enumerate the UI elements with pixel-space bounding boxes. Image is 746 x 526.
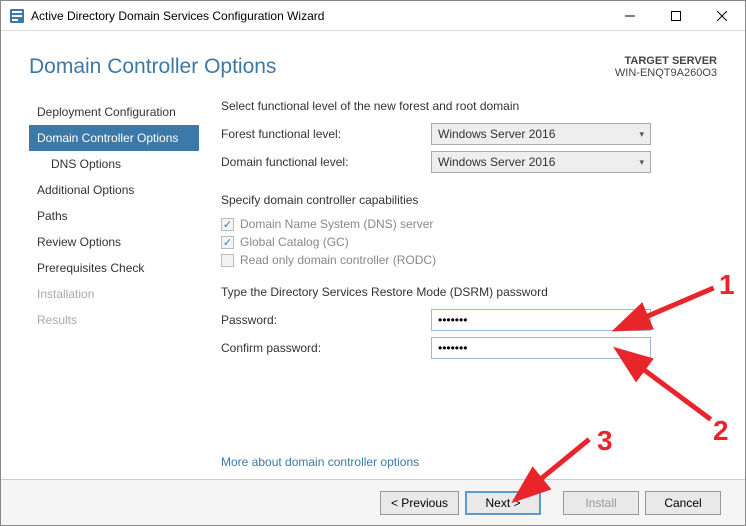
password-label: Password: [221,313,431,327]
domain-level-value: Windows Server 2016 [438,155,555,169]
maximize-button[interactable] [653,1,699,30]
rodc-checkbox-label: Read only domain controller (RODC) [240,253,436,267]
gc-checkbox-row: ✓ Global Catalog (GC) [221,235,717,249]
rodc-checkbox-row: Read only domain controller (RODC) [221,253,717,267]
next-button[interactable]: Next > [465,491,541,515]
chevron-down-icon: ▾ [639,157,644,168]
domain-label: Domain functional level: [221,155,431,169]
password-row: Password: [221,309,717,331]
install-button: Install [563,491,639,515]
forest-level-value: Windows Server 2016 [438,127,555,141]
confirm-row: Confirm password: [221,337,717,359]
sidebar-item-review[interactable]: Review Options [29,229,199,255]
sidebar-item-installation: Installation [29,281,199,307]
cancel-button[interactable]: Cancel [645,491,721,515]
body: Deployment Configuration Domain Controll… [1,89,745,479]
sidebar-item-paths[interactable]: Paths [29,203,199,229]
target-server-label: TARGET SERVER [615,55,717,67]
wizard-window: Active Directory Domain Services Configu… [0,0,746,526]
forest-label: Forest functional level: [221,127,431,141]
domain-row: Domain functional level: Windows Server … [221,151,717,173]
forest-level-dropdown[interactable]: Windows Server 2016 ▾ [431,123,651,145]
sidebar: Deployment Configuration Domain Controll… [29,91,199,479]
page-title: Domain Controller Options [29,55,276,79]
content: Select functional level of the new fores… [199,91,717,479]
target-server-value: WIN-ENQT9A260O3 [615,67,717,79]
window-title: Active Directory Domain Services Configu… [31,9,607,23]
window-controls [607,1,745,30]
sidebar-item-dc-options[interactable]: Domain Controller Options [29,125,199,151]
sidebar-item-results: Results [29,307,199,333]
sidebar-item-deployment[interactable]: Deployment Configuration [29,99,199,125]
confirm-label: Confirm password: [221,341,431,355]
password-input[interactable] [431,309,651,331]
functional-level-heading: Select functional level of the new fores… [221,99,717,113]
dns-checkbox-row: ✓ Domain Name System (DNS) server [221,217,717,231]
header: Domain Controller Options TARGET SERVER … [1,31,745,89]
more-link[interactable]: More about domain controller options [221,455,717,469]
titlebar: Active Directory Domain Services Configu… [1,1,745,31]
gc-checkbox-label: Global Catalog (GC) [240,235,349,249]
chevron-down-icon: ▾ [639,129,644,140]
footer: < Previous Next > Install Cancel [1,479,745,525]
dns-checkbox: ✓ [221,218,234,231]
dns-checkbox-label: Domain Name System (DNS) server [240,217,433,231]
target-server: TARGET SERVER WIN-ENQT9A260O3 [615,55,717,79]
app-icon [9,8,25,24]
gc-checkbox: ✓ [221,236,234,249]
forest-row: Forest functional level: Windows Server … [221,123,717,145]
dsrm-heading: Type the Directory Services Restore Mode… [221,285,717,299]
sidebar-item-prereq[interactable]: Prerequisites Check [29,255,199,281]
sidebar-item-dns-options[interactable]: DNS Options [29,151,199,177]
rodc-checkbox [221,254,234,267]
minimize-button[interactable] [607,1,653,30]
sidebar-item-additional[interactable]: Additional Options [29,177,199,203]
domain-level-dropdown[interactable]: Windows Server 2016 ▾ [431,151,651,173]
close-button[interactable] [699,1,745,30]
capabilities-heading: Specify domain controller capabilities [221,193,717,207]
previous-button[interactable]: < Previous [380,491,459,515]
confirm-password-input[interactable] [431,337,651,359]
